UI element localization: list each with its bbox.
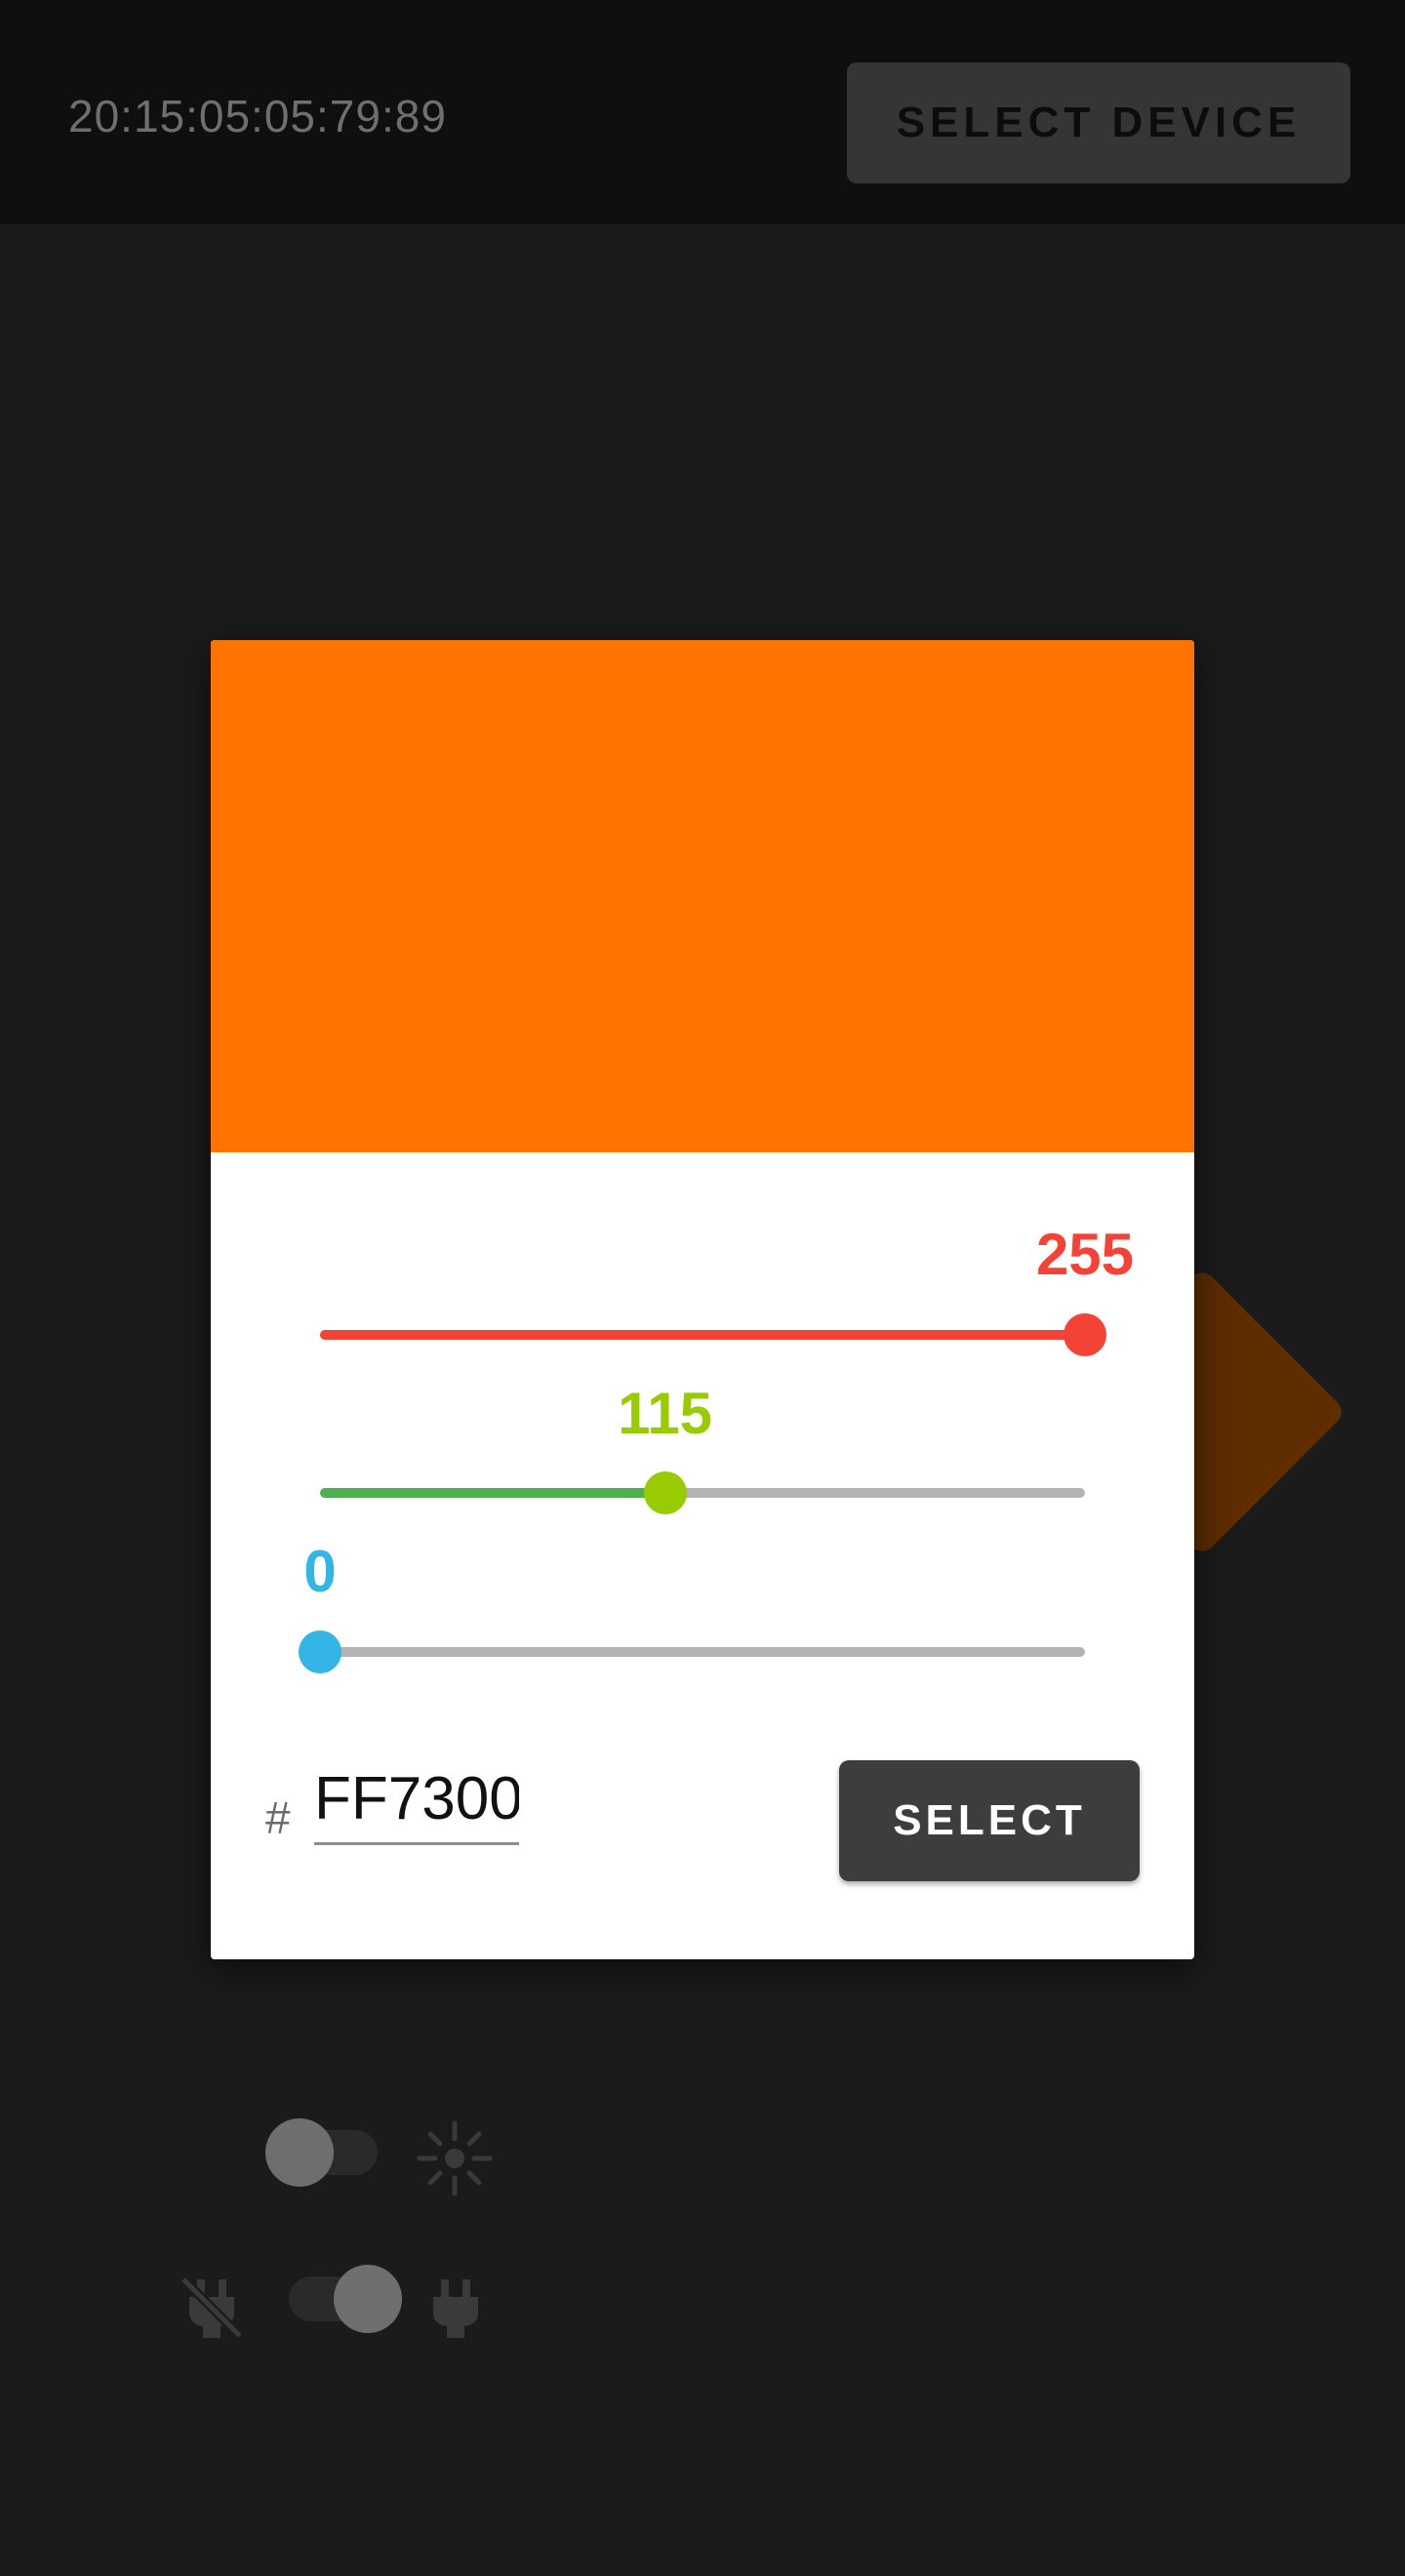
hex-color-input[interactable] bbox=[314, 1754, 519, 1845]
plug-off-icon bbox=[178, 2274, 246, 2342]
red-value-label: 255 bbox=[1035, 1222, 1135, 1287]
blue-value-label: 0 bbox=[303, 1539, 337, 1604]
blue-slider-thumb[interactable] bbox=[299, 1630, 341, 1673]
red-slider[interactable] bbox=[320, 1313, 1106, 1356]
plug-icon bbox=[422, 2274, 490, 2342]
hash-symbol: # bbox=[265, 1792, 291, 1843]
select-device-button[interactable]: SELECT DEVICE bbox=[847, 62, 1350, 183]
blue-slider[interactable] bbox=[299, 1630, 1085, 1673]
light-toggle[interactable] bbox=[265, 2118, 382, 2189]
top-bar: 20:15:05:05:79:89 SELECT DEVICE bbox=[0, 0, 1405, 224]
color-preview bbox=[211, 640, 1194, 1152]
green-value-label: 115 bbox=[618, 1381, 712, 1446]
toggle-thumb bbox=[334, 2265, 402, 2333]
power-toggle[interactable] bbox=[287, 2265, 404, 2335]
green-slider-fill bbox=[320, 1488, 665, 1498]
color-picker-dialog: 255 115 0 # SELECT bbox=[211, 640, 1194, 1959]
toggle-thumb bbox=[265, 2118, 334, 2187]
sun-icon bbox=[414, 2117, 496, 2199]
select-button[interactable]: SELECT bbox=[839, 1760, 1140, 1881]
green-slider[interactable] bbox=[320, 1471, 1085, 1514]
green-slider-thumb[interactable] bbox=[643, 1471, 687, 1514]
device-address: 20:15:05:05:79:89 bbox=[68, 91, 447, 141]
red-slider-fill bbox=[320, 1330, 1085, 1340]
red-slider-thumb[interactable] bbox=[1064, 1313, 1106, 1356]
